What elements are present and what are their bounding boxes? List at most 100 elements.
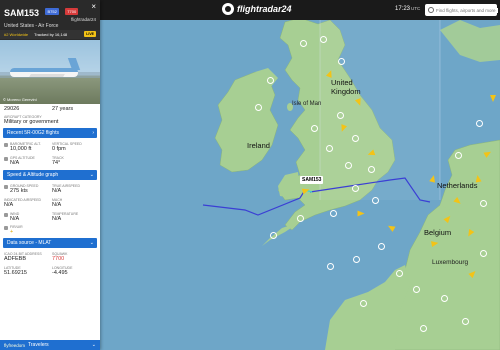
speed-row: GROUND SPEED 275 kts TRUE AIRSPEED N/A (0, 182, 100, 196)
airport-pin[interactable] (326, 145, 333, 152)
airport-pin[interactable] (337, 112, 344, 119)
airport-pin[interactable] (300, 40, 307, 47)
fir-block: FIR/UIR + (0, 224, 100, 236)
airport-pin[interactable] (311, 125, 318, 132)
airport-pin[interactable] (352, 135, 359, 142)
airline-name: United States - Air Force (4, 23, 59, 29)
wind-value: N/A (10, 216, 20, 222)
travelers-button[interactable]: flyfreedom Travelers ⌄ (0, 340, 100, 350)
coverage-band (320, 20, 440, 200)
msn-value: 29026 (4, 106, 20, 112)
airport-pin[interactable] (413, 286, 420, 293)
airport-pin[interactable] (267, 77, 274, 84)
airport-pin[interactable] (480, 250, 487, 257)
label-netherlands: Netherlands (437, 181, 478, 190)
airport-pin[interactable] (462, 318, 469, 325)
fir-icon (4, 226, 8, 230)
airport-pin[interactable] (330, 210, 337, 217)
selected-flight-callsign-tag[interactable]: SAM153 (300, 176, 324, 184)
true-airspeed-value: N/A (52, 188, 62, 194)
data-source-button[interactable]: Data source - MLAT ⌄ (3, 238, 97, 248)
gps-icon (4, 157, 8, 161)
recent-flights-button[interactable]: Recent 5R-00G2 flights › (3, 128, 97, 138)
airport-pin[interactable] (338, 58, 345, 65)
icao-squawk-row: ICAO 24-BIT ADDRESS ADFEBB SQUAWK 7700 (0, 250, 100, 264)
ias-value: N/A (4, 202, 14, 208)
f24-brand-small: flightradar24 (70, 17, 96, 22)
airport-pin[interactable] (360, 300, 367, 307)
live-badge: LIVE (84, 31, 96, 37)
label-isle-of-man: Isle of Man (292, 101, 322, 107)
flight-info-panel: SAM153 B752 7700 × United States - Air F… (0, 0, 100, 350)
flightradar24-logo[interactable]: flightradar24 (222, 3, 292, 15)
photo-fuselage-top (10, 68, 78, 72)
worldwide-rank: #2 Worldwide (4, 32, 29, 37)
airport-pin[interactable] (345, 162, 352, 169)
ground-speed-value: 275 kts (10, 188, 28, 194)
airport-pin[interactable] (441, 295, 448, 302)
baro-alt-value: 10,000 ft (10, 146, 32, 152)
squawk-value: 7700 (52, 256, 65, 262)
speed-icon (4, 185, 8, 189)
airport-pin[interactable] (297, 215, 304, 222)
altitude-icon (4, 143, 8, 147)
travelers-label: Travelers (28, 342, 49, 348)
footer-brand: flyfreedom (4, 342, 26, 348)
aircraft-icon[interactable] (357, 210, 365, 217)
recent-flights-label: Recent 5R-00G2 flights (7, 130, 59, 136)
chevron-down-icon: ⌄ (89, 240, 94, 246)
search-icon (428, 7, 434, 13)
logo-text: flightradar24 (237, 4, 292, 14)
airport-pin[interactable] (353, 256, 360, 263)
airport-pin[interactable] (255, 104, 262, 111)
latitude-value: 51.69215 (4, 270, 27, 276)
lat-lon-row: LATITUDE 51.69215 LONGITUDE -4.495 (0, 264, 100, 278)
aircraft-icon[interactable] (431, 239, 439, 248)
gps-value: N/A (10, 160, 20, 166)
label-united-kingdom: United Kingdom (331, 78, 361, 96)
aircraft-icon[interactable] (490, 95, 496, 102)
airport-pin[interactable] (378, 243, 385, 250)
utc-clock: 17:23UTC (395, 6, 420, 12)
airport-pin[interactable] (396, 270, 403, 277)
airport-pin[interactable] (368, 166, 375, 173)
aircraft-type-badge: B752 (45, 8, 59, 16)
search-box[interactable] (425, 4, 498, 16)
ias-mach-row: INDICATED AIRSPEED N/A MACH N/A (0, 196, 100, 210)
search-input[interactable] (436, 7, 498, 13)
photo-credit: © Moreno Gerevini (3, 97, 37, 102)
squawk-badge: 7700 (65, 8, 79, 16)
airport-pin[interactable] (455, 152, 462, 159)
airport-pin[interactable] (420, 325, 427, 332)
photo-wing (29, 74, 65, 77)
airport-pin[interactable] (476, 120, 483, 127)
aircraft-photo[interactable]: © Moreno Gerevini (0, 40, 100, 104)
airport-pin[interactable] (352, 185, 359, 192)
wind-temp-row: WIND N/A TEMPERATURE N/A (0, 210, 100, 224)
chevron-down-icon: ⌄ (89, 172, 94, 178)
tracked-count: Tracked by 16,148 (34, 32, 68, 37)
radar-logo-icon (222, 3, 234, 15)
temperature-value: N/A (52, 216, 62, 222)
msn-age-row: 29026 27 years (0, 104, 100, 114)
chevron-right-icon: › (92, 130, 94, 136)
airport-pin[interactable] (320, 36, 327, 43)
label-belgium: Belgium (424, 228, 452, 237)
chevron-down-icon: ⌄ (91, 342, 96, 348)
tracking-bar: #2 Worldwide Tracked by 16,148 LIVE (0, 30, 100, 39)
speed-graph-label: Speed & Altitude graph (7, 172, 59, 178)
airport-pin[interactable] (327, 263, 334, 270)
clock-timezone: UTC (411, 6, 421, 11)
fir-value: + (10, 229, 14, 235)
speed-altitude-graph-button[interactable]: Speed & Altitude graph ⌄ (3, 170, 97, 180)
data-source-label: Data source - MLAT (7, 240, 52, 246)
altitude-row: BAROMETRIC ALT. 10,000 ft VERTICAL SPEED 0… (0, 140, 100, 154)
category-block: AIRCRAFT CATEGORY Military or government (0, 114, 100, 126)
aircraft-icon[interactable] (474, 174, 482, 183)
airport-pin[interactable] (270, 232, 277, 239)
airport-pin[interactable] (480, 200, 487, 207)
flight-header: SAM153 B752 7700 × United States - Air F… (0, 0, 100, 40)
airport-pin[interactable] (372, 197, 379, 204)
close-icon[interactable]: × (91, 2, 96, 11)
age-value: 27 years (52, 106, 74, 112)
